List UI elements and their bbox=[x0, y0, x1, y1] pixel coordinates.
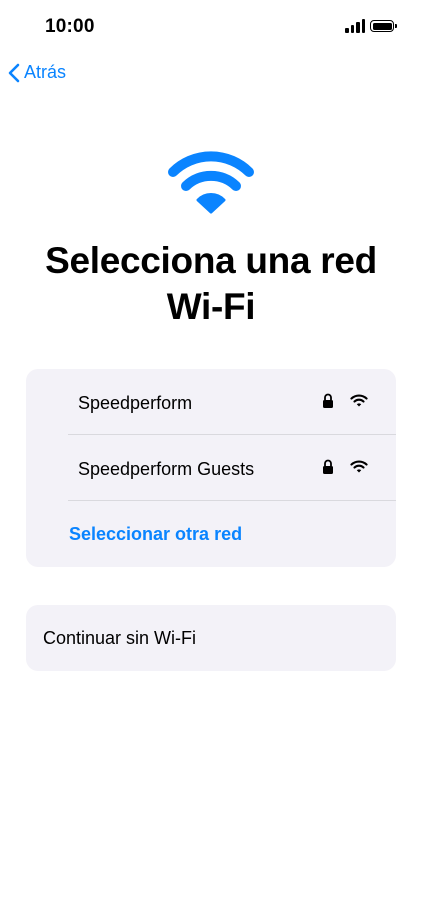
status-icons bbox=[345, 19, 397, 33]
wifi-icon bbox=[350, 394, 368, 407]
lock-icon bbox=[323, 459, 333, 474]
page-title-line2: Wi-Fi bbox=[166, 286, 256, 327]
back-label: Atrás bbox=[24, 62, 67, 82]
page-title: Selecciona una red Wi-Fi bbox=[20, 238, 402, 330]
network-list: Speedperform Speedperform Guests Selecci… bbox=[26, 369, 396, 567]
network-name: Speedperform bbox=[78, 393, 193, 413]
network-name: Speedperform Guests bbox=[78, 459, 255, 479]
wifi-icon bbox=[168, 151, 254, 214]
lock-icon bbox=[323, 393, 333, 408]
network-row-speedperform[interactable]: Speedperform bbox=[68, 369, 396, 435]
page-title-line1: Selecciona una red bbox=[45, 240, 377, 281]
cellular-signal-icon bbox=[345, 19, 365, 33]
continue-without-wifi-button[interactable]: Continuar sin Wi-Fi bbox=[26, 605, 396, 671]
status-bar: 10:00 bbox=[0, 0, 422, 54]
wifi-icon bbox=[350, 460, 368, 473]
select-other-network-link[interactable]: Seleccionar otra red bbox=[69, 524, 242, 545]
back-button[interactable]: Atrás bbox=[8, 62, 66, 83]
chevron-left-icon bbox=[8, 63, 20, 82]
status-time: 10:00 bbox=[45, 16, 95, 37]
continue-without-wifi-label: Continuar sin Wi-Fi bbox=[43, 628, 197, 648]
battery-icon bbox=[370, 20, 397, 32]
network-row-speedperform-guests[interactable]: Speedperform Guests bbox=[68, 435, 396, 501]
